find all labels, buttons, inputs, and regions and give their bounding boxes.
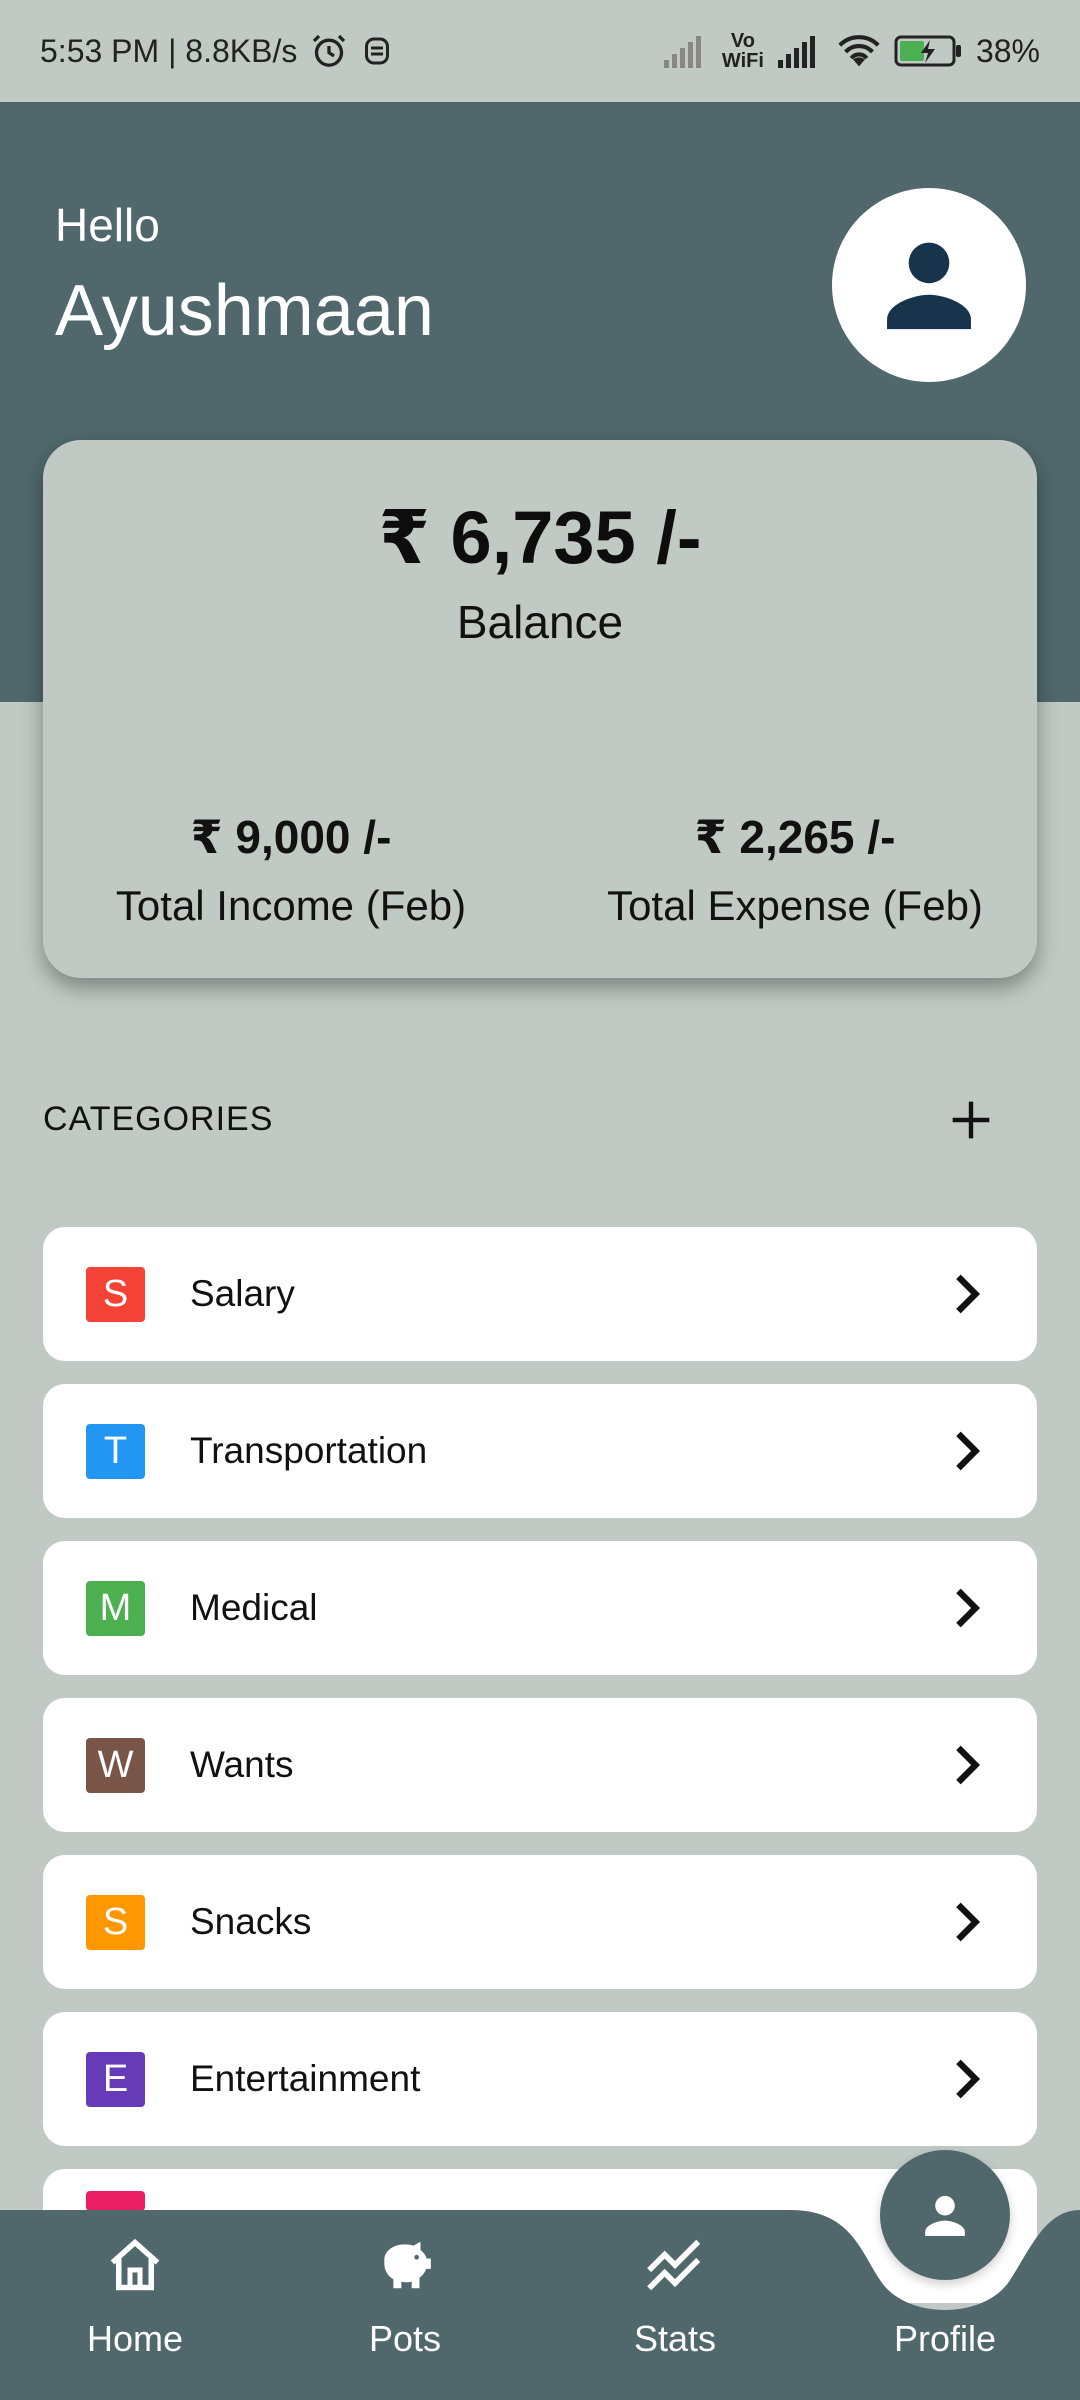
add-category-button[interactable] [943,1092,999,1148]
category-name: Wants [190,1744,294,1785]
status-left: 5:53 PM | 8.8KB/s [40,31,393,71]
volte-wifi-label: Vo WiFi [722,31,764,71]
category-name: Snacks [190,1901,312,1942]
signal-icon-2 [776,34,824,68]
screen: 5:53 PM | 8.8KB/s Vo WiFi 38% Hello Ayus… [0,0,1080,2400]
piggy-bank-icon [384,2241,431,2289]
category-item-entertainment[interactable]: E Entertainment [43,2012,1037,2146]
category-badge: T [86,1423,145,1479]
income-summary: ₹ 9,000 /- Total Income (Feb) [61,810,521,930]
avatar[interactable] [832,188,1026,382]
person-icon [887,242,971,330]
category-name: Transportation [190,1430,428,1471]
volte-bottom: WiFi [721,50,764,72]
category-badge: M [86,1580,145,1636]
category-badge: S [86,1266,145,1322]
chevron-right-icon [956,1431,981,1471]
category-badge: W [86,1737,145,1793]
volte-top: Vo [730,30,755,52]
balance-card: ₹ 6,735 /- Balance ₹ 9,000 /- Total Inco… [43,440,1037,978]
home-icon [110,2238,160,2291]
status-bar: 5:53 PM | 8.8KB/s Vo WiFi 38% [0,0,1080,102]
balance-amount: ₹ 6,735 /- [378,496,702,579]
category-name: Medical [190,1587,318,1628]
category-name: Salary [190,1273,295,1314]
greeting-text: Hello [55,199,160,251]
chevron-right-icon [956,1745,981,1785]
category-name: Entertainment [190,2058,421,2099]
income-label: Total Income (Feb) [115,882,467,929]
category-item-wants[interactable]: W Wants [43,1698,1037,1832]
category-badge: E [86,2051,145,2107]
category-item-salary[interactable]: S Salary [43,1227,1037,1361]
nav-label: Profile [893,2318,997,2359]
expense-label: Total Expense (Feb) [607,882,983,929]
category-item-medical[interactable]: M Medical [43,1541,1037,1675]
notification-icon [361,33,393,69]
chevron-right-icon [956,2059,981,2099]
categories-header: CATEGORIES [43,1092,1037,1148]
categories-title: CATEGORIES [43,1100,274,1138]
battery-percent: 38% [975,32,1040,69]
nav-label: Home [86,2318,184,2359]
stats-icon [647,2239,701,2291]
chevron-right-icon [956,1902,981,1942]
wifi-icon [836,33,882,69]
expense-summary: ₹ 2,265 /- Total Expense (Feb) [565,810,1025,930]
category-item-transportation[interactable]: T Transportation [43,1384,1037,1518]
nav-home[interactable]: Home [35,2230,235,2360]
balance-label: Balance [456,596,624,648]
chevron-right-icon [956,1588,981,1628]
battery-icon [894,34,964,68]
chevron-right-icon [956,1274,981,1314]
alarm-icon [309,31,349,71]
category-item-snacks[interactable]: S Snacks [43,1855,1037,1989]
category-badge [86,2191,145,2211]
nav-pots[interactable]: Pots [305,2230,505,2360]
plus-icon [952,1101,990,1139]
expense-amount: ₹ 2,265 /- [694,811,896,863]
status-right: Vo WiFi 38% [662,31,1040,71]
username: Ayushmaan [55,271,434,351]
category-badge: S [86,1894,145,1950]
nav-label: Stats [633,2318,717,2359]
income-amount: ₹ 9,000 /- [190,811,392,863]
nav-label: Pots [368,2318,442,2359]
nav-stats[interactable]: Stats [575,2230,775,2360]
category-list: S Salary T Transportation M Medical W Wa… [43,1227,1037,2326]
signal-icon [662,34,710,68]
status-time-speed: 5:53 PM | 8.8KB/s [40,32,298,69]
nav-profile[interactable]: Profile [845,2230,1045,2360]
